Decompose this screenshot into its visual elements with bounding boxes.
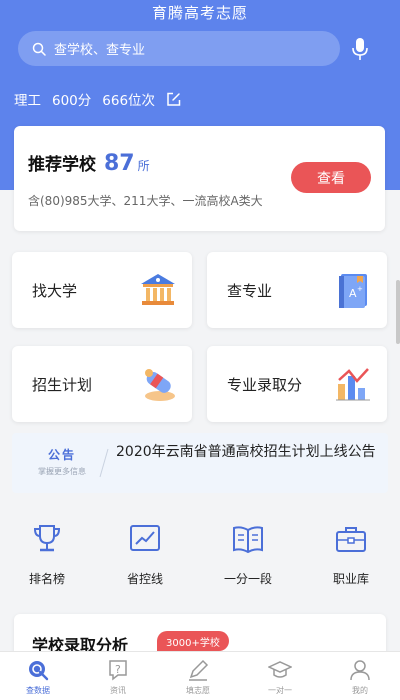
tile-label: 查专业: [227, 282, 273, 300]
view-button[interactable]: 查看: [291, 162, 371, 193]
university-building-icon: [141, 274, 175, 305]
briefcase-icon: [336, 527, 366, 552]
quick-link-label: 职业库: [332, 572, 369, 586]
tab-label: 我的: [352, 686, 368, 695]
search-bar[interactable]: 查学校、查专业: [18, 31, 340, 66]
quick-link-control-line[interactable]: 省控线: [103, 522, 187, 587]
tab-mine[interactable]: 我的: [328, 658, 392, 696]
svg-text:?: ?: [115, 663, 121, 676]
notice-label-block: 公告 掌握更多信息: [26, 446, 98, 477]
tab-label: 一对一: [268, 686, 292, 695]
recommended-schools-card[interactable]: 推荐学校 87 所 含(80)985大学、211大学、一流高校A类大 查看: [14, 126, 385, 231]
tile-find-university[interactable]: 找大学: [12, 252, 192, 328]
tab-one-on-one[interactable]: 一对一: [248, 658, 312, 696]
school-count-badge: 3000+学校: [157, 631, 229, 651]
svg-text:A: A: [349, 287, 357, 300]
score-profile[interactable]: 理工 600分 666位次: [14, 88, 181, 110]
notice-divider: [99, 448, 109, 478]
tab-news[interactable]: ? 资讯: [86, 658, 150, 696]
microphone-icon[interactable]: [350, 36, 370, 62]
recommend-count: 87: [104, 151, 135, 176]
score-bar-chart-icon: [336, 368, 370, 401]
tab-label: 查数据: [26, 686, 50, 695]
tile-label: 招生计划: [32, 376, 93, 394]
tile-label: 找大学: [32, 282, 78, 300]
pen-icon: [189, 659, 209, 681]
search-data-icon: [29, 661, 49, 681]
question-bubble-icon: ?: [109, 660, 127, 681]
open-book-icon: [233, 526, 263, 554]
announcement-banner[interactable]: 公告 掌握更多信息 2020年云南省普通高校招生计划上线公告: [12, 433, 388, 493]
enrollment-scroll-icon: [145, 369, 175, 401]
quick-link-ranking[interactable]: 排名榜: [5, 522, 89, 587]
notice-text[interactable]: 2020年云南省普通高校招生计划上线公告: [116, 441, 378, 464]
notice-sublabel: 掌握更多信息: [38, 467, 86, 476]
scrollbar-handle[interactable]: [396, 280, 400, 344]
quick-link-label: 排名榜: [28, 572, 65, 586]
trophy-icon: [33, 525, 61, 552]
user-icon: [350, 660, 370, 681]
quick-link-career-library[interactable]: 职业库: [309, 522, 393, 587]
tile-enrollment-plan[interactable]: 招生计划: [12, 346, 192, 422]
tile-label: 专业录取分: [227, 376, 303, 394]
tile-search-major[interactable]: 查专业 A +: [207, 252, 387, 328]
quick-link-label: 一分一段: [223, 572, 272, 586]
subject-type: 理工: [14, 93, 41, 109]
notice-label: 公告: [47, 448, 76, 462]
score-value: 600分: [52, 93, 92, 109]
app-title: 育腾高考志愿: [151, 4, 248, 22]
tab-fill-application[interactable]: 填志愿: [166, 658, 230, 696]
tab-search-data[interactable]: 查数据: [6, 658, 70, 696]
recommend-description: 含(80)985大学、211大学、一流高校A类大: [28, 194, 263, 208]
search-icon: [32, 42, 46, 56]
graduation-cap-icon: [268, 661, 292, 678]
rank-value: 666位次: [102, 93, 156, 109]
major-book-icon: A +: [339, 274, 367, 308]
quick-link-score-segment[interactable]: 一分一段: [206, 522, 290, 587]
bottom-tab-bar: 查数据 ? 资讯 填志愿 一对一 我的: [0, 651, 400, 700]
svg-text:+: +: [357, 285, 363, 293]
search-placeholder: 查学校、查专业: [54, 43, 146, 58]
recommend-unit: 所: [137, 159, 150, 173]
tab-label: 填志愿: [186, 686, 210, 695]
recommend-title: 推荐学校: [28, 155, 96, 175]
tile-major-admission-score[interactable]: 专业录取分: [207, 346, 387, 422]
edit-icon[interactable]: [166, 92, 181, 107]
tab-label: 资讯: [110, 686, 126, 695]
line-chart-icon: [130, 525, 160, 551]
quick-link-label: 省控线: [126, 572, 163, 586]
